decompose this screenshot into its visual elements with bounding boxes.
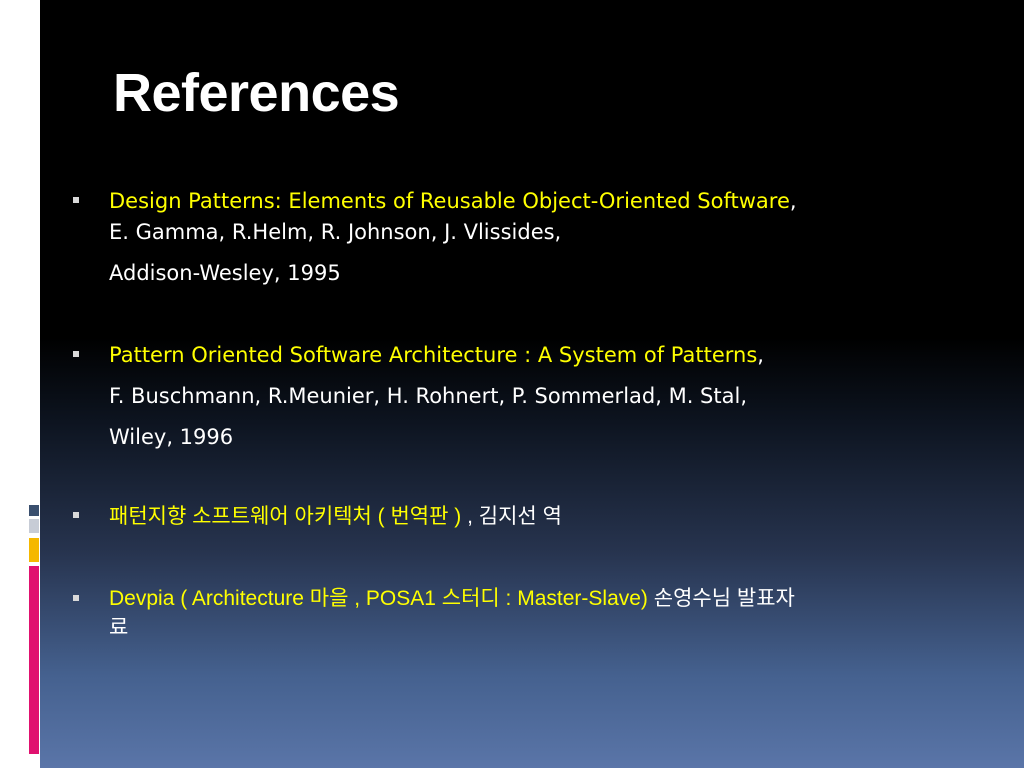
reference-publisher: Addison-Wesley, 1995 bbox=[109, 261, 341, 285]
reference-translator: , 김지선 역 bbox=[461, 505, 562, 528]
reference-body: 패턴지향 소프트웨어 아키텍처 ( 번역판 ) , 김지선 역 bbox=[109, 501, 979, 532]
bullet-icon bbox=[73, 351, 79, 357]
reference-authors: E. Gamma, R.Helm, R. Johnson, J. Vlissid… bbox=[109, 220, 562, 244]
deco-bar-pink bbox=[29, 566, 39, 754]
bullet-icon bbox=[73, 512, 79, 518]
slide-title: References bbox=[113, 63, 400, 123]
deco-bar-orange bbox=[29, 538, 39, 562]
bullet-icon bbox=[73, 595, 79, 601]
reference-authors: F. Buschmann, R.Meunier, H. Rohnert, P. … bbox=[109, 384, 747, 408]
reference-continuation: 료 bbox=[109, 616, 129, 639]
reference-title: 패턴지향 소프트웨어 아키텍처 ( 번역판 ) bbox=[109, 505, 462, 528]
reference-title: Design Patterns: Elements of Reusable Ob… bbox=[109, 189, 790, 213]
deco-bar-light bbox=[29, 519, 39, 533]
reference-body: Pattern Oriented Software Architecture :… bbox=[109, 340, 979, 453]
reference-publisher: Wiley, 1996 bbox=[109, 425, 234, 449]
bullet-icon bbox=[73, 197, 79, 203]
reference-body: Design Patterns: Elements of Reusable Ob… bbox=[109, 186, 979, 289]
reference-punct: , bbox=[789, 189, 797, 213]
reference-title: Pattern Oriented Software Architecture :… bbox=[109, 343, 758, 367]
reference-punct: , bbox=[757, 343, 764, 367]
deco-bar-gray bbox=[29, 505, 39, 516]
reference-body: Devpia ( Architecture 마을 , POSA1 스터디 : M… bbox=[109, 584, 979, 642]
reference-presenter: 손영수님 발표자 bbox=[647, 587, 795, 610]
reference-title: Devpia ( Architecture 마을 , POSA1 스터디 : M… bbox=[109, 587, 648, 610]
